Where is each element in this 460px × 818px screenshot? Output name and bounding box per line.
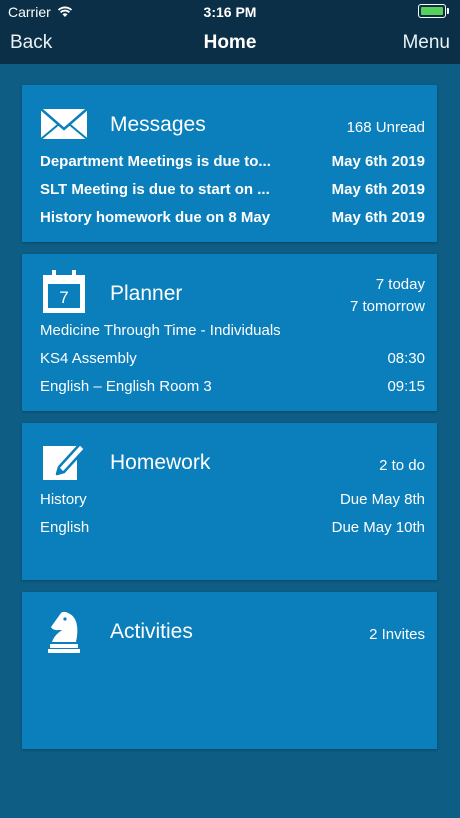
message-subject: SLT Meeting is due to start on ... xyxy=(40,181,270,198)
message-row[interactable]: History homework due on 8 May May 6th 20… xyxy=(40,204,425,232)
planner-event-row[interactable]: English – English Room 3 09:15 xyxy=(40,373,425,401)
message-date: May 6th 2019 xyxy=(331,209,425,226)
status-time: 3:16 PM xyxy=(203,4,257,20)
planner-tomorrow-count: 7 tomorrow xyxy=(349,298,425,315)
homework-row[interactable]: History Due May 8th xyxy=(40,486,425,514)
homework-subject: History xyxy=(40,491,87,508)
planner-title: Planner xyxy=(110,282,183,305)
activities-title: Activities xyxy=(110,620,193,643)
message-row[interactable]: SLT Meeting is due to start on ... May 6… xyxy=(40,176,425,204)
activities-invites-count: 2 Invites xyxy=(369,626,425,643)
planner-summary: 7 today 7 tomorrow xyxy=(350,274,425,318)
envelope-icon xyxy=(40,108,88,140)
planner-today-count: 7 today xyxy=(375,276,425,293)
menu-button[interactable]: Menu xyxy=(402,32,450,54)
messages-card[interactable]: Messages 168 Unread Department Meetings … xyxy=(22,85,437,242)
message-subject: Department Meetings is due to... xyxy=(40,153,271,170)
homework-due: Due May 8th xyxy=(339,491,425,508)
planner-event-title: English – English Room 3 xyxy=(40,378,212,395)
activities-card[interactable]: Activities 2 Invites xyxy=(22,592,437,749)
homework-card[interactable]: Homework 2 to do History Due May 8th Eng… xyxy=(22,423,437,580)
messages-unread-count: 168 Unread xyxy=(346,119,425,136)
battery-icon xyxy=(418,4,449,18)
planner-event-row[interactable]: Medicine Through Time - Individuals xyxy=(40,317,425,345)
homework-title: Homework xyxy=(110,451,211,474)
message-date: May 6th 2019 xyxy=(331,153,425,170)
homework-todo-count: 2 to do xyxy=(379,457,425,474)
messages-title: Messages xyxy=(110,113,206,136)
chess-knight-icon xyxy=(48,611,80,653)
message-subject: History homework due on 8 May xyxy=(40,209,271,226)
homework-due: Due May 10th xyxy=(331,519,425,536)
calendar-icon: 7 xyxy=(43,270,85,313)
planner-event-time: 08:30 xyxy=(387,350,425,367)
page-title: Home xyxy=(203,32,257,53)
message-row[interactable]: Department Meetings is due to... May 6th… xyxy=(40,148,425,176)
planner-event-title: KS4 Assembly xyxy=(40,350,137,367)
planner-event-row[interactable]: KS4 Assembly 08:30 xyxy=(40,345,425,373)
homework-row[interactable]: English Due May 10th xyxy=(40,514,425,542)
planner-event-time: 09:15 xyxy=(387,378,425,395)
planner-card[interactable]: 7 Planner 7 today 7 tomorrow Medicine Th… xyxy=(22,254,437,411)
homework-subject: English xyxy=(40,519,90,536)
edit-icon xyxy=(43,442,87,480)
status-bar: Carrier 3:16 PM xyxy=(0,0,460,22)
calendar-day: 7 xyxy=(59,288,68,307)
planner-event-title: Medicine Through Time - Individuals xyxy=(40,322,281,339)
message-date: May 6th 2019 xyxy=(331,181,425,198)
navigation-bar: Back Home Menu xyxy=(0,22,460,64)
